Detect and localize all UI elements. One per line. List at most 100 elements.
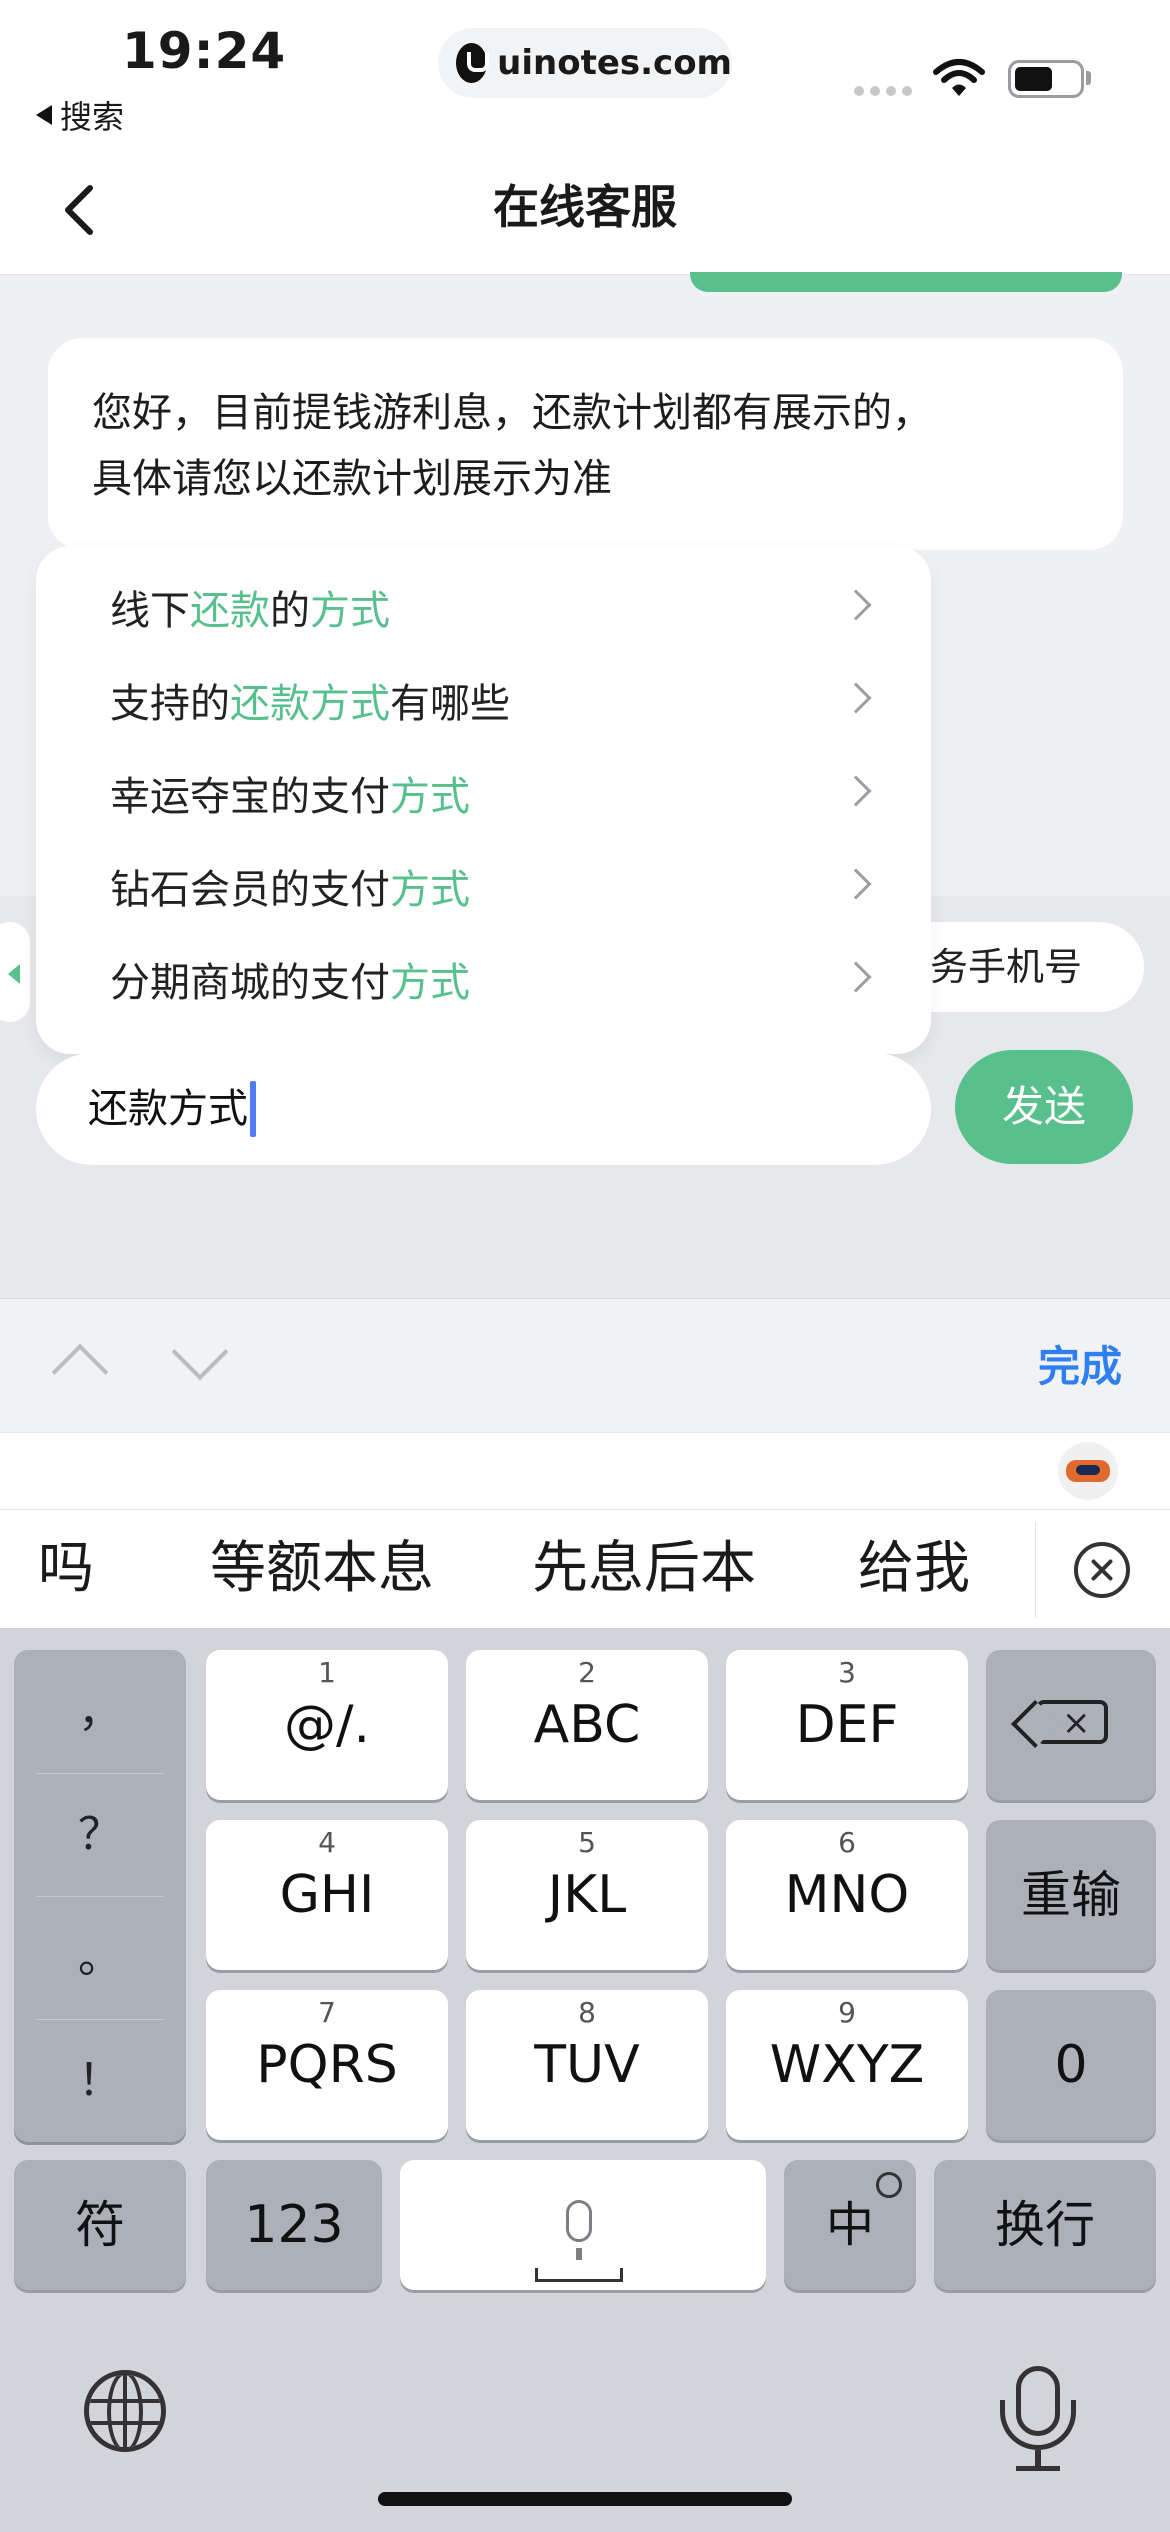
key-label: JKL [547, 1865, 627, 1925]
suggestion-label: 幸运夺宝的支付方式 [110, 766, 470, 828]
suggestion-text: 的 [270, 588, 310, 634]
candidate-word[interactable]: 先息后本 [532, 1530, 756, 1608]
key-6[interactable]: 6 MNO [726, 1820, 968, 1970]
mic-small-stem [576, 2248, 582, 2260]
suggestion-item[interactable]: 分期商城的支付方式 [74, 938, 889, 1030]
globe-parallel [89, 2399, 161, 2403]
punct-key[interactable]: ？ [14, 1773, 186, 1896]
key-label: MNO [784, 1865, 910, 1925]
key-label: DEF [795, 1695, 899, 1755]
chevron-right-icon [840, 682, 872, 714]
suggestion-item[interactable]: 支持的还款方式有哪些 [74, 659, 889, 751]
key-number: 7 [318, 1996, 336, 2029]
key-2[interactable]: 2 ABC [466, 1650, 708, 1800]
chevron-left-icon [65, 185, 93, 235]
key-number: 6 [838, 1826, 856, 1859]
key-number: 5 [578, 1826, 596, 1859]
message-line: 您好，目前提钱游利息，还款计划都有展示的， [92, 390, 932, 436]
suggestion-item[interactable]: 幸运夺宝的支付方式 [74, 752, 889, 844]
site-logo-icon [456, 43, 490, 83]
suggestion-item[interactable]: 线下还款的方式 [74, 566, 889, 658]
chevron-right-icon [840, 589, 872, 621]
key-8[interactable]: 8 TUV [466, 1990, 708, 2140]
key-1[interactable]: 1 @/. [206, 1650, 448, 1800]
reenter-key[interactable]: 重输 [986, 1820, 1156, 1970]
key-5[interactable]: 5 JKL [466, 1820, 708, 1970]
suggestion-highlight: 方式 [390, 774, 470, 820]
back-triangle-icon [36, 105, 52, 125]
candidate-word[interactable]: 吗 [38, 1530, 94, 1608]
previous-user-bubble [690, 272, 1122, 292]
punctuation-column: ， ？ 。 ！ [14, 1650, 186, 2142]
ime-mascot-icon[interactable] [1058, 1442, 1118, 1500]
globe-parallel [89, 2421, 161, 2425]
ime-toolbar [0, 1432, 1170, 1510]
key-number: 4 [318, 1826, 336, 1859]
punct-key[interactable]: ， [14, 1650, 186, 1773]
home-indicator[interactable] [378, 2492, 792, 2506]
battery-icon [1008, 60, 1084, 98]
numbers-key[interactable]: 123 [206, 2160, 382, 2290]
key-9[interactable]: 9 WXYZ [726, 1990, 968, 2140]
send-button[interactable]: 发送 [955, 1050, 1133, 1164]
chevron-right-icon [840, 961, 872, 993]
agent-message-bubble: 您好，目前提钱游利息，还款计划都有展示的， 具体请您以还款计划展示为准 [48, 338, 1123, 550]
suggestion-text: 线下 [110, 588, 190, 634]
message-input[interactable]: 还款方式 [36, 1053, 931, 1165]
back-to-app-link[interactable]: 搜索 [36, 92, 124, 138]
page-title: 在线客服 [493, 180, 677, 234]
keyboard-toolbar [0, 1298, 1170, 1432]
suggestion-item[interactable]: 钻石会员的支付方式 [74, 845, 889, 937]
key-3[interactable]: 3 DEF [726, 1650, 968, 1800]
key-4[interactable]: 4 GHI [206, 1820, 448, 1970]
punct-key[interactable]: 。 [14, 1896, 186, 2019]
key-label: 符 [75, 2196, 125, 2254]
url-pill[interactable]: uinotes.com [438, 28, 732, 98]
globe-mini-icon [876, 2172, 902, 2198]
cellular-signal-icon [854, 86, 912, 96]
back-app-label: 搜索 [60, 98, 125, 136]
key-label: 123 [244, 2195, 344, 2255]
candidate-word[interactable]: 给我 [858, 1530, 970, 1608]
candidate-word[interactable]: 等额本息 [210, 1530, 434, 1608]
punct-key[interactable]: ！ [14, 2019, 186, 2142]
space-key[interactable] [400, 2160, 766, 2290]
battery-tip [1086, 71, 1091, 85]
backspace-key[interactable]: × [986, 1650, 1156, 1800]
backspace-x: × [1062, 1703, 1091, 1743]
suggestion-text: 钻石会员的支付 [110, 867, 390, 913]
key-label: 重输 [1021, 1866, 1121, 1924]
suggestion-label: 支持的还款方式有哪些 [110, 673, 510, 735]
close-circle-icon[interactable] [1074, 1542, 1130, 1598]
chevron-right-icon [840, 775, 872, 807]
key-label: PQRS [256, 2035, 398, 2095]
wifi-icon [933, 59, 985, 96]
suggestion-highlight: 方式 [390, 867, 470, 913]
space-icon [535, 2268, 623, 2282]
globe-icon[interactable] [84, 2370, 166, 2452]
key-number: 9 [838, 1996, 856, 2029]
mic-base [1016, 2466, 1060, 2471]
key-label: TUV [534, 2035, 640, 2095]
key-label: ABC [533, 1695, 641, 1755]
done-button[interactable]: 完成 [1000, 1334, 1160, 1400]
mic-small-icon [566, 2200, 592, 2242]
nav-back-button[interactable] [58, 177, 108, 243]
key-label: @/. [283, 1695, 371, 1755]
suggestion-highlight: 还款方式 [230, 681, 390, 727]
suggestion-text: 分期商城的支付 [110, 960, 390, 1006]
message-line: 具体请您以还款计划展示为准 [92, 456, 612, 502]
key-label: GHI [279, 1865, 375, 1925]
key-7[interactable]: 7 PQRS [206, 1990, 448, 2140]
suggestion-highlight: 方式 [310, 588, 390, 634]
key-0[interactable]: 0 [986, 1990, 1156, 2140]
enter-key[interactable]: 换行 [934, 2160, 1156, 2290]
text-caret [250, 1081, 256, 1137]
left-arrow-icon [8, 964, 20, 984]
language-key[interactable]: 中 [784, 2160, 916, 2290]
suggestion-label: 分期商城的支付方式 [110, 952, 470, 1014]
suggestion-text: 有哪些 [390, 681, 510, 727]
suggestion-label: 钻石会员的支付方式 [110, 859, 470, 921]
suggestion-highlight: 方式 [390, 960, 470, 1006]
symbols-key[interactable]: 符 [14, 2160, 186, 2290]
